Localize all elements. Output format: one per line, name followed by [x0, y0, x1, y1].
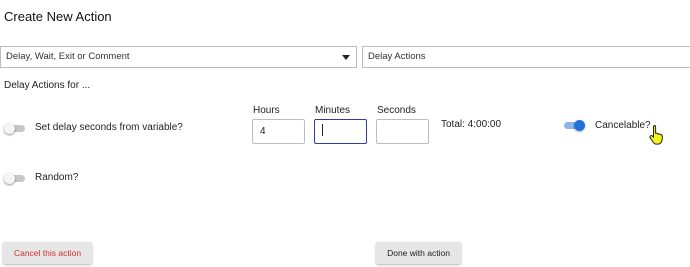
delay-from-variable-label: Set delay seconds from variable?: [35, 122, 183, 133]
random-toggle[interactable]: [4, 173, 25, 184]
action-type-select-value: Delay, Wait, Exit or Comment: [6, 51, 130, 62]
minutes-input[interactable]: [314, 119, 367, 144]
delay-from-variable-toggle[interactable]: [4, 123, 25, 134]
total-time: Total: 4:00:00: [441, 119, 502, 130]
section-heading: Delay Actions for ...: [4, 80, 91, 91]
hours-input[interactable]: 4: [252, 119, 305, 144]
action-select-value: Delay Actions: [368, 51, 426, 62]
toggle-knob: [4, 173, 15, 184]
caret-down-icon: [342, 55, 350, 60]
seconds-input[interactable]: [376, 119, 429, 144]
toggle-knob: [4, 123, 15, 134]
random-label: Random?: [35, 172, 79, 183]
action-type-select[interactable]: Delay, Wait, Exit or Comment: [0, 46, 357, 68]
seconds-label: Seconds: [377, 105, 416, 116]
done-with-action-button[interactable]: Done with action: [376, 242, 461, 264]
cancelable-toggle[interactable]: [564, 120, 585, 131]
hours-label: Hours: [253, 105, 280, 116]
dialog-title: Create New Action: [4, 9, 112, 24]
cancelable-label: Cancelable?: [595, 120, 651, 131]
hand-pointer-icon: [649, 125, 663, 145]
action-select[interactable]: Delay Actions: [362, 46, 690, 68]
hours-value: 4: [260, 126, 266, 137]
minutes-label: Minutes: [315, 105, 351, 116]
toggle-knob: [574, 120, 585, 131]
cancel-action-button[interactable]: Cancel this action: [3, 242, 92, 264]
text-cursor: [322, 124, 323, 137]
